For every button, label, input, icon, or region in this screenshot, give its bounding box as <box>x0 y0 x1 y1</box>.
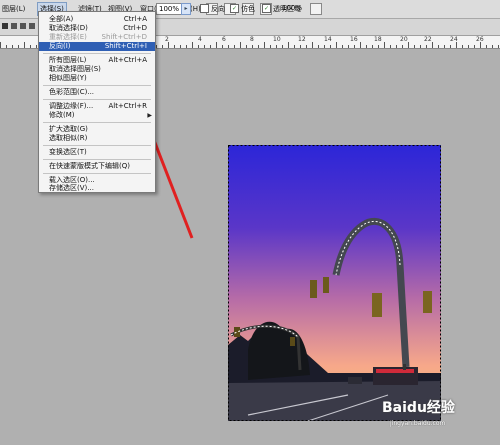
menu-separator <box>43 159 151 160</box>
menu-item-modify[interactable]: 修改(M) ▶ <box>39 111 155 120</box>
menu-item-transform-selection[interactable]: 变换选区(T) <box>39 148 155 157</box>
select-menu-dropdown: 全部(A) Ctrl+A 取消选择(D) Ctrl+D 重新选择(E) Shif… <box>38 11 156 193</box>
menu-separator <box>43 53 151 54</box>
menu-separator <box>43 99 151 100</box>
menu-item-select-all[interactable]: 全部(A) Ctrl+A <box>39 15 155 24</box>
menu-separator <box>43 122 151 123</box>
baidu-watermark-url: jingyan.baidu.com <box>390 420 446 427</box>
menu-item-quick-mask[interactable]: 在快速蒙版模式下编辑(Q) <box>39 162 155 171</box>
menu-item-inverse[interactable]: 反向(I) Shift+Ctrl+I <box>39 42 155 51</box>
menu-item-grow[interactable]: 扩大选取(G) <box>39 125 155 134</box>
menu-item-save-selection[interactable]: 存储选区(V)... <box>39 184 155 193</box>
menu-separator <box>43 145 151 146</box>
menu-separator <box>43 173 151 174</box>
menu-separator <box>43 85 151 86</box>
menu-item-deselect-layers[interactable]: 取消选择图层(S) <box>39 65 155 74</box>
submenu-arrow-icon: ▶ <box>147 112 152 119</box>
menu-item-similar[interactable]: 选取相似(R) <box>39 134 155 143</box>
menu-item-refine-edge[interactable]: 调整边缘(F)... Alt+Ctrl+R <box>39 102 155 111</box>
menu-item-reselect: 重新选择(E) Shift+Ctrl+D <box>49 33 147 41</box>
menu-item-similar-layers[interactable]: 相似图层(Y) <box>39 74 155 83</box>
menu-item-deselect[interactable]: 取消选择(D) Ctrl+D <box>39 24 155 33</box>
menu-item-color-range[interactable]: 色彩范围(C)... <box>39 88 155 97</box>
menu-item-all-layers[interactable]: 所有图层(L) Alt+Ctrl+A <box>39 56 155 65</box>
baidu-watermark: Baidu经验 <box>382 400 455 416</box>
